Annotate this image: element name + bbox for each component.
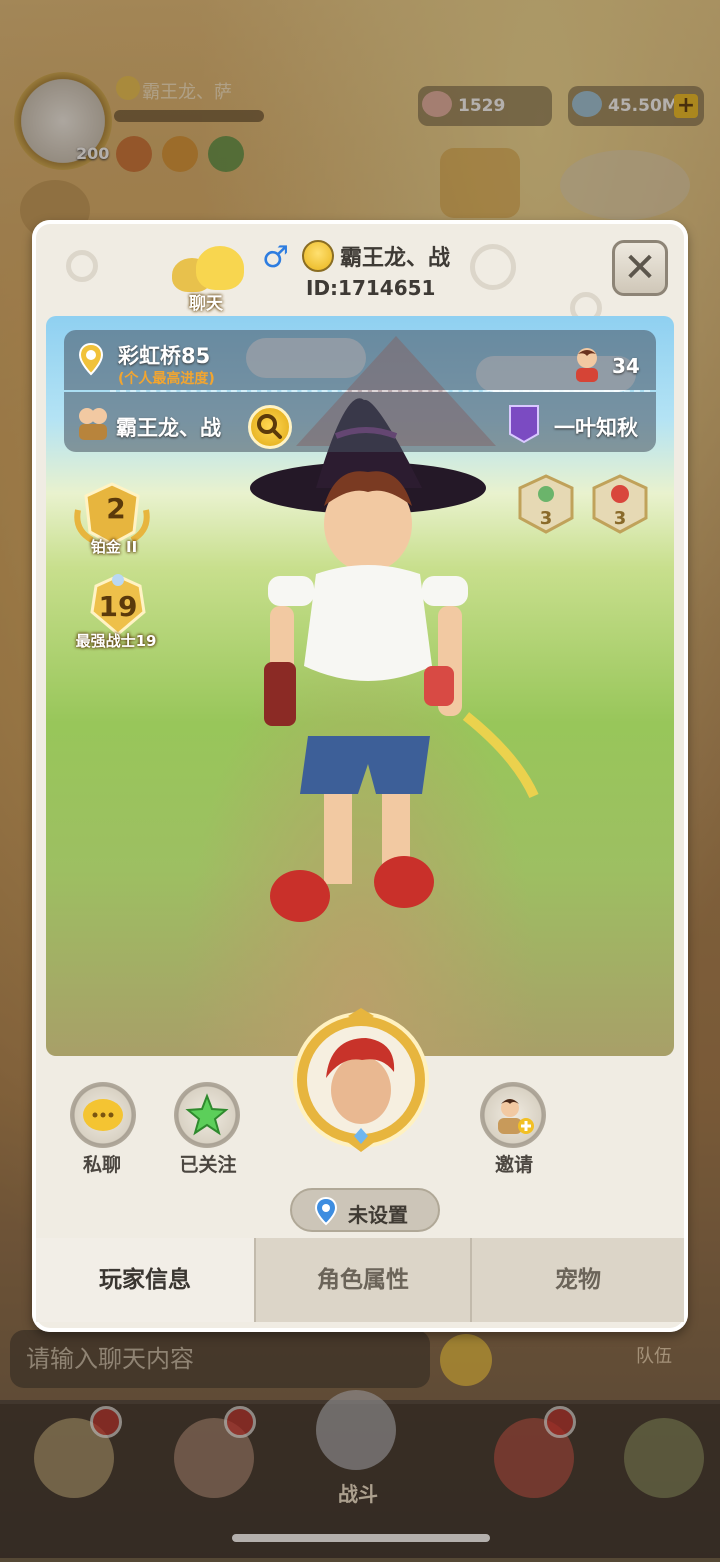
moon-banner-icon	[509, 405, 539, 444]
emoji-icon	[302, 240, 334, 272]
thumbs-up-icon	[576, 348, 598, 382]
swirl-decoration	[66, 250, 98, 282]
male-gender-icon: ♂	[262, 240, 289, 275]
private-chat-button[interactable]	[70, 1082, 136, 1148]
partner-name: 一叶知秋	[554, 416, 638, 440]
hero-portrait-icon[interactable]	[286, 1008, 436, 1158]
pet-badge-icon[interactable]: 3	[590, 474, 650, 534]
location-pin-icon	[78, 342, 104, 376]
star-icon	[185, 1093, 229, 1136]
close-button[interactable]: ✕	[612, 240, 668, 296]
guild-name: 霸王龙、战	[116, 416, 221, 440]
progress-location: 彩虹桥85	[118, 344, 211, 368]
skill-level-1: 3	[540, 508, 553, 529]
skill-level-2: 3	[614, 508, 627, 529]
profile-name: 霸王龙、战	[340, 246, 451, 271]
profile-id: ID:1714651	[306, 276, 436, 300]
search-button[interactable]	[248, 405, 292, 449]
divider	[110, 390, 650, 392]
private-chat-label[interactable]: 私聊	[62, 1150, 142, 1177]
skill-badge-icon[interactable]: 3	[516, 474, 576, 534]
invite-label[interactable]: 邀请	[474, 1150, 554, 1177]
tab-pets[interactable]: 宠物	[470, 1238, 684, 1322]
follow-button[interactable]	[174, 1082, 240, 1148]
search-icon	[257, 414, 282, 439]
tab-player-info[interactable]: 玩家信息	[36, 1238, 254, 1322]
profile-tabs: 玩家信息 角色属性 宠物	[36, 1238, 684, 1322]
warrior-number: 19	[98, 590, 138, 623]
invite-button[interactable]	[480, 1082, 546, 1148]
guild-icon	[79, 408, 107, 440]
follow-label[interactable]: 已关注	[168, 1150, 248, 1177]
location-setting-button[interactable]: 未设置	[290, 1188, 440, 1232]
location-setting-text: 未设置	[348, 1203, 408, 1227]
warrior-label: 最强战士19	[75, 632, 157, 650]
chat-label[interactable]: 聊天	[176, 289, 236, 314]
tab-character-stats[interactable]: 角色属性	[254, 1238, 470, 1322]
likes-count: 34	[612, 354, 640, 378]
chat-bubble-icon	[83, 1099, 123, 1131]
tier-label: 铂金 II	[90, 538, 138, 556]
invite-user-icon	[498, 1099, 534, 1134]
location-pin-icon	[314, 1196, 338, 1226]
swirl-decoration	[470, 244, 516, 290]
progress-location-sub: (个人最高进度)	[118, 371, 215, 387]
tier-number: 2	[106, 492, 126, 525]
